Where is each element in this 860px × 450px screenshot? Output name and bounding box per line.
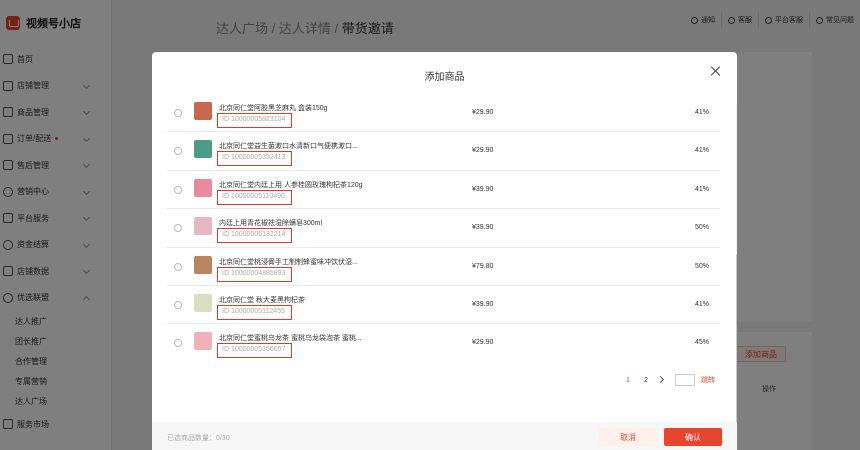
- product-list: 北京同仁堂阿胶黑芝麻丸 盒装150g ID 10000005823104 ¥29…: [167, 94, 732, 359]
- page-1-button[interactable]: 1: [619, 377, 637, 384]
- product-price: ¥29.90: [472, 147, 494, 155]
- product-thumbnail: [194, 294, 212, 312]
- commission-rate: 41%: [695, 301, 710, 308]
- product-id: ID 10000005366657: [217, 343, 292, 359]
- add-product-dialog: 添加商品 北京同仁堂阿胶黑芝麻丸 盒装150g ID 1000000582310…: [152, 52, 737, 450]
- product-thumbnail: [194, 102, 212, 120]
- list-scrollbar[interactable]: [736, 104, 737, 450]
- product-radio[interactable]: [174, 262, 182, 271]
- page-jump-button[interactable]: 跳转: [701, 375, 715, 385]
- product-row[interactable]: 北京同仁堂蜜桃乌龙茶 蜜桃乌龙袋泡茶 蜜桃... ID 100000053666…: [167, 324, 720, 359]
- product-row[interactable]: 北京同仁堂阿胶黑芝麻丸 盒装150g ID 10000005823104 ¥29…: [167, 94, 720, 133]
- confirm-button[interactable]: 确认: [664, 428, 722, 446]
- product-price: ¥39.90: [472, 185, 494, 193]
- product-radio[interactable]: [174, 109, 182, 117]
- product-price: ¥39.90: [472, 224, 494, 232]
- product-id: ID 10000005392413: [217, 151, 292, 167]
- product-thumbnail: [194, 217, 212, 236]
- product-id: ID 10000004885893: [217, 266, 292, 282]
- page-2-button[interactable]: 2: [637, 377, 655, 384]
- product-row[interactable]: 北京同仁堂 秋大麦黑枸杞茶 ID 10000005112455 ¥39.90 4…: [167, 286, 720, 325]
- product-name: 北京同仁堂 秋大麦黑枸杞茶: [219, 297, 305, 304]
- pagination: 1 2 跳转: [619, 374, 715, 386]
- product-price: ¥29.90: [472, 109, 494, 116]
- product-radio[interactable]: [174, 224, 182, 233]
- product-id: ID 10000005110490: [217, 189, 292, 205]
- product-name: 内廷上用青花椒祛湿除螨皂300ml: [219, 220, 323, 228]
- product-radio[interactable]: [174, 185, 182, 194]
- product-id: ID 10000005823104: [217, 113, 292, 128]
- product-price: ¥39.90: [472, 301, 494, 308]
- product-price: ¥79.80: [472, 262, 494, 270]
- product-name: 北京同仁堂桃浸膏手工制制蜂蜜味冲饮伏湿...: [219, 258, 358, 266]
- product-row[interactable]: 北京同仁堂益生菌漱口水清新口气便携漱口... ID 10000005392413…: [167, 132, 720, 171]
- commission-rate: 50%: [695, 262, 710, 270]
- product-name: 北京同仁堂蜜桃乌龙茶 蜜桃乌龙袋泡茶 蜜桃...: [219, 335, 362, 343]
- cancel-button[interactable]: 取消: [599, 428, 657, 446]
- selected-count: 已选商品数量：0/30: [167, 435, 230, 442]
- product-radio[interactable]: [174, 147, 182, 156]
- chevron-right-icon[interactable]: [655, 375, 669, 385]
- product-row[interactable]: 北京同仁堂内廷上用 人参桂圆玫瑰枸杞茶120g ID 1000000511049…: [167, 171, 720, 210]
- product-thumbnail: [194, 178, 212, 197]
- close-icon[interactable]: [711, 66, 721, 76]
- product-id: ID 10000005132214: [217, 228, 292, 244]
- scrollbar-thumb[interactable]: [736, 254, 737, 450]
- product-name: 北京同仁堂内廷上用 人参桂圆玫瑰枸杞茶120g: [219, 181, 363, 189]
- product-radio[interactable]: [174, 301, 182, 309]
- product-row[interactable]: 内廷上用青花椒祛湿除螨皂300ml ID 10000005132214 ¥39.…: [167, 209, 720, 248]
- product-row[interactable]: 北京同仁堂桃浸膏手工制制蜂蜜味冲饮伏湿... ID 10000004885893…: [167, 248, 720, 286]
- product-radio[interactable]: [174, 339, 182, 348]
- product-thumbnail: [194, 255, 212, 274]
- commission-rate: 45%: [695, 339, 710, 347]
- commission-rate: 41%: [695, 109, 710, 116]
- page-jump-input[interactable]: [675, 374, 695, 386]
- commission-rate: 50%: [695, 224, 710, 232]
- dialog-title: 添加商品: [424, 72, 465, 83]
- commission-rate: 41%: [695, 185, 710, 193]
- product-name: 北京同仁堂阿胶黑芝麻丸 盒装150g: [219, 105, 328, 112]
- product-id: ID 10000005112455: [217, 305, 292, 320]
- commission-rate: 41%: [695, 147, 710, 155]
- product-thumbnail: [194, 332, 212, 351]
- product-name: 北京同仁堂益生菌漱口水清新口气便携漱口...: [219, 143, 358, 151]
- product-price: ¥29.90: [472, 339, 494, 347]
- product-thumbnail: [194, 140, 212, 159]
- dialog-footer: 已选商品数量：0/30 取消 确认: [152, 422, 737, 450]
